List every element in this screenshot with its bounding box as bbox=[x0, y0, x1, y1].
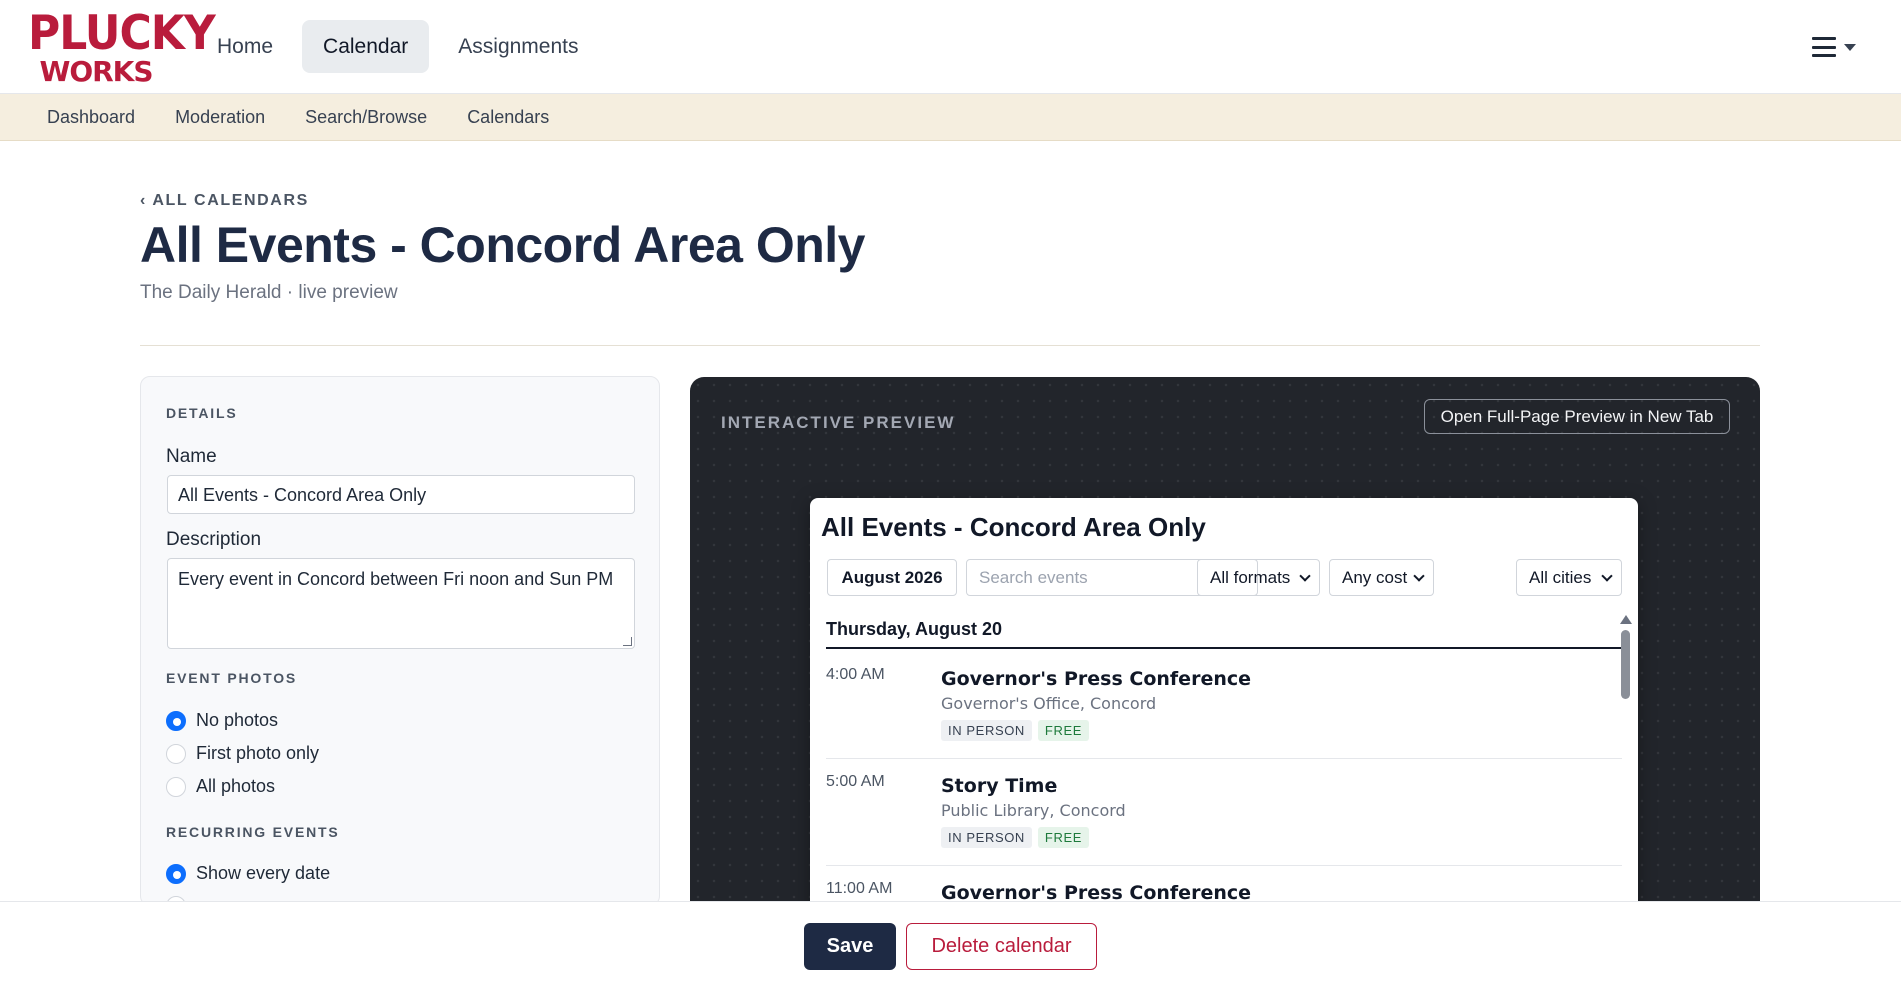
format-select-value: All formats bbox=[1210, 568, 1291, 587]
event-photos-section-label: EVENT PHOTOS bbox=[166, 670, 298, 686]
event-tags: IN PERSON FREE bbox=[941, 720, 1089, 741]
recurring-option-show-every-date[interactable]: Show every date bbox=[166, 863, 330, 884]
photo-option-no-photos[interactable]: No photos bbox=[166, 710, 278, 731]
name-label: Name bbox=[166, 446, 217, 467]
event-time: 11:00 AM bbox=[826, 880, 893, 897]
in-person-badge: IN PERSON bbox=[941, 720, 1032, 741]
logo-line-2: WORKS bbox=[39, 55, 153, 88]
hamburger-menu-icon bbox=[1812, 37, 1836, 57]
format-select[interactable]: All formats bbox=[1197, 559, 1320, 596]
open-full-page-preview-button[interactable]: Open Full-Page Preview in New Tab bbox=[1424, 399, 1730, 434]
in-person-badge: IN PERSON bbox=[941, 827, 1032, 848]
details-panel: DETAILS Name All Events - Concord Area O… bbox=[140, 376, 660, 906]
city-select[interactable]: All cities bbox=[1516, 559, 1622, 596]
scroll-up-arrow-icon[interactable] bbox=[1620, 615, 1632, 624]
resize-grip-icon[interactable] bbox=[623, 637, 632, 646]
description-label: Description bbox=[166, 529, 262, 550]
name-input[interactable]: All Events - Concord Area Only bbox=[167, 475, 635, 514]
photo-option-first-photo[interactable]: First photo only bbox=[166, 743, 319, 764]
radio-checked-icon[interactable] bbox=[166, 863, 186, 884]
event-tags: IN PERSON FREE bbox=[941, 827, 1089, 848]
description-text: Every event in Concord between Fri noon … bbox=[178, 569, 614, 589]
nav-calendar[interactable]: Calendar bbox=[302, 20, 430, 73]
details-section-label: DETAILS bbox=[166, 405, 238, 421]
event-title[interactable]: Governor's Press Conference bbox=[941, 668, 1251, 690]
event-location: Governor's Office, Concord bbox=[941, 694, 1157, 713]
day-heading: Thursday, August 20 bbox=[826, 619, 1622, 649]
widget-scrollbar[interactable] bbox=[1618, 615, 1632, 907]
chevron-down-icon bbox=[1601, 570, 1613, 582]
event-time: 4:00 AM bbox=[826, 666, 885, 683]
photo-option-label: First photo only bbox=[196, 743, 320, 763]
radio-checked-icon[interactable] bbox=[166, 710, 186, 731]
preview-label: INTERACTIVE PREVIEW bbox=[721, 413, 956, 432]
caret-down-icon bbox=[1844, 43, 1856, 51]
description-textarea[interactable]: Every event in Concord between Fri noon … bbox=[167, 558, 635, 649]
sub-navbar: Dashboard Moderation Search/Browse Calen… bbox=[0, 94, 1901, 141]
top-navbar: PLUCKY WORKS Home Calendar Assignments bbox=[0, 0, 1901, 94]
delete-calendar-button[interactable]: Delete calendar bbox=[906, 923, 1097, 970]
page-title: All Events - Concord Area Only bbox=[140, 217, 865, 273]
radio-unchecked-icon[interactable] bbox=[166, 743, 186, 764]
logo-line-1: PLUCKY bbox=[28, 5, 216, 62]
header-divider bbox=[140, 345, 1760, 346]
subnav-dashboard[interactable]: Dashboard bbox=[27, 94, 155, 140]
photo-option-label: No photos bbox=[196, 710, 279, 730]
event-time: 5:00 AM bbox=[826, 773, 885, 790]
photo-option-label: All photos bbox=[196, 776, 276, 796]
cost-select[interactable]: Any cost bbox=[1329, 559, 1434, 596]
city-select-value: All cities bbox=[1529, 568, 1592, 587]
month-picker[interactable]: August 2026 bbox=[827, 559, 957, 596]
event-item[interactable]: 4:00 AM Governor's Press Conference Gove… bbox=[826, 652, 1622, 759]
subnav-calendars[interactable]: Calendars bbox=[447, 94, 569, 140]
plucky-works-logo[interactable]: PLUCKY WORKS bbox=[28, 5, 216, 88]
nav-assignments[interactable]: Assignments bbox=[437, 20, 599, 73]
event-title[interactable]: Story Time bbox=[941, 775, 1057, 797]
nav-home[interactable]: Home bbox=[196, 20, 294, 73]
page-subtitle: The Daily Herald · live preview bbox=[140, 282, 398, 303]
cost-select-value: Any cost bbox=[1342, 568, 1408, 587]
chevron-down-icon bbox=[1299, 570, 1311, 582]
recurring-option-label: Show every date bbox=[196, 863, 331, 883]
bottom-action-bar: Save Delete calendar bbox=[0, 901, 1901, 988]
widget-title: All Events - Concord Area Only bbox=[821, 512, 1206, 542]
free-badge: FREE bbox=[1037, 720, 1089, 741]
photo-option-all-photos[interactable]: All photos bbox=[166, 776, 275, 797]
subnav-search-browse[interactable]: Search/Browse bbox=[285, 94, 447, 140]
event-location: Public Library, Concord bbox=[941, 801, 1126, 820]
recurring-events-section-label: RECURRING EVENTS bbox=[166, 824, 340, 840]
chevron-down-icon bbox=[1413, 570, 1425, 582]
scrollbar-thumb[interactable] bbox=[1621, 630, 1630, 699]
user-menu-button[interactable] bbox=[1812, 33, 1860, 61]
save-button[interactable]: Save bbox=[804, 923, 896, 970]
interactive-preview-panel: INTERACTIVE PREVIEW Open Full-Page Previ… bbox=[690, 377, 1760, 907]
subnav-moderation[interactable]: Moderation bbox=[155, 94, 285, 140]
event-item[interactable]: 5:00 AM Story Time Public Library, Conco… bbox=[826, 759, 1622, 866]
radio-unchecked-icon[interactable] bbox=[166, 776, 186, 797]
calendar-widget: All Events - Concord Area Only August 20… bbox=[810, 498, 1638, 907]
back-to-all-calendars-link[interactable]: ‹ ALL CALENDARS bbox=[140, 192, 309, 210]
free-badge: FREE bbox=[1037, 827, 1089, 848]
main-nav: Home Calendar Assignments bbox=[196, 20, 599, 73]
